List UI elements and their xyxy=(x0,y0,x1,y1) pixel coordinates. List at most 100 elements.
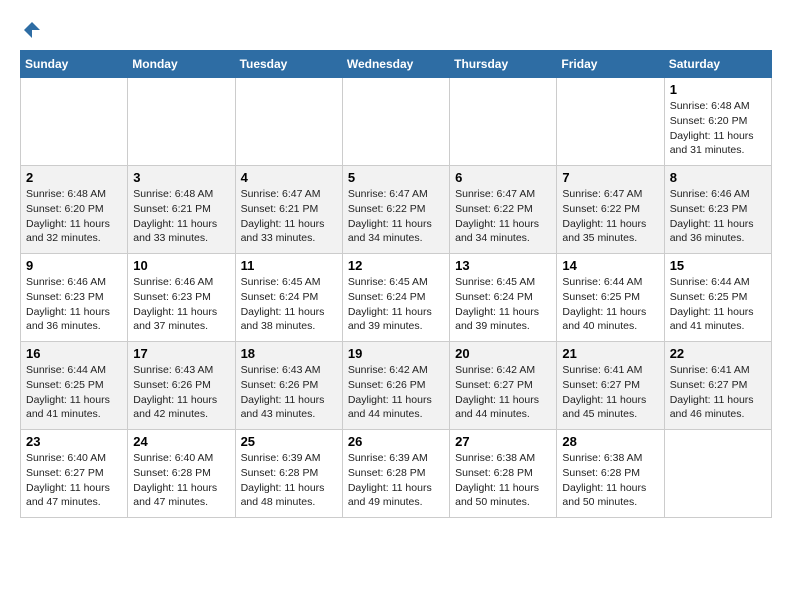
logo-icon xyxy=(22,20,42,40)
calendar-cell: 11Sunrise: 6:45 AM Sunset: 6:24 PM Dayli… xyxy=(235,254,342,342)
cell-info: Sunrise: 6:40 AM Sunset: 6:28 PM Dayligh… xyxy=(133,451,229,510)
cell-info: Sunrise: 6:47 AM Sunset: 6:22 PM Dayligh… xyxy=(455,187,551,246)
calendar-cell: 1 Sunrise: 6:48 AM Sunset: 6:20 PM Daylig… xyxy=(664,78,771,166)
cell-info: Sunrise: 6:46 AM Sunset: 6:23 PM Dayligh… xyxy=(133,275,229,334)
calendar-cell: 27 Sunrise: 6:38 AM Sunset: 6:28 PM Dayli… xyxy=(450,430,557,518)
calendar-cell: 19 Sunrise: 6:42 AM Sunset: 6:26 PM Dayli… xyxy=(342,342,449,430)
column-header-friday: Friday xyxy=(557,51,664,78)
cell-info: Sunrise: 6:39 AM Sunset: 6:28 PM Dayligh… xyxy=(241,451,337,510)
calendar-cell xyxy=(128,78,235,166)
day-number: 8 xyxy=(670,170,766,185)
week-row-4: 16Sunrise: 6:44 AM Sunset: 6:25 PM Dayli… xyxy=(21,342,772,430)
day-number: 12 xyxy=(348,258,444,273)
day-number: 1 xyxy=(670,82,766,97)
cell-info: Sunrise: 6:44 AM Sunset: 6:25 PM Dayligh… xyxy=(562,275,658,334)
cell-info: Sunrise: 6:46 AM Sunset: 6:23 PM Dayligh… xyxy=(670,187,766,246)
week-row-2: 2 Sunrise: 6:48 AM Sunset: 6:20 PM Daylig… xyxy=(21,166,772,254)
cell-info: Sunrise: 6:38 AM Sunset: 6:28 PM Dayligh… xyxy=(562,451,658,510)
calendar-cell xyxy=(342,78,449,166)
day-number: 2 xyxy=(26,170,122,185)
cell-info: Sunrise: 6:47 AM Sunset: 6:21 PM Dayligh… xyxy=(241,187,337,246)
calendar-cell: 14 Sunrise: 6:44 AM Sunset: 6:25 PM Dayli… xyxy=(557,254,664,342)
day-number: 6 xyxy=(455,170,551,185)
day-number: 3 xyxy=(133,170,229,185)
calendar-cell: 21Sunrise: 6:41 AM Sunset: 6:27 PM Dayli… xyxy=(557,342,664,430)
day-number: 24 xyxy=(133,434,229,449)
cell-info: Sunrise: 6:44 AM Sunset: 6:25 PM Dayligh… xyxy=(26,363,122,422)
cell-info: Sunrise: 6:44 AM Sunset: 6:25 PM Dayligh… xyxy=(670,275,766,334)
calendar-table: SundayMondayTuesdayWednesdayThursdayFrid… xyxy=(20,50,772,518)
day-number: 20 xyxy=(455,346,551,361)
day-number: 10 xyxy=(133,258,229,273)
calendar-header-row: SundayMondayTuesdayWednesdayThursdayFrid… xyxy=(21,51,772,78)
calendar-cell: 25 Sunrise: 6:39 AM Sunset: 6:28 PM Dayli… xyxy=(235,430,342,518)
cell-info: Sunrise: 6:42 AM Sunset: 6:27 PM Dayligh… xyxy=(455,363,551,422)
calendar-cell xyxy=(557,78,664,166)
calendar-cell: 12 Sunrise: 6:45 AM Sunset: 6:24 PM Dayli… xyxy=(342,254,449,342)
cell-info: Sunrise: 6:43 AM Sunset: 6:26 PM Dayligh… xyxy=(133,363,229,422)
calendar-cell: 18 Sunrise: 6:43 AM Sunset: 6:26 PM Dayli… xyxy=(235,342,342,430)
calendar-cell: 24 Sunrise: 6:40 AM Sunset: 6:28 PM Dayli… xyxy=(128,430,235,518)
calendar-cell: 5 Sunrise: 6:47 AM Sunset: 6:22 PM Daylig… xyxy=(342,166,449,254)
column-header-thursday: Thursday xyxy=(450,51,557,78)
calendar-cell: 2 Sunrise: 6:48 AM Sunset: 6:20 PM Daylig… xyxy=(21,166,128,254)
column-header-monday: Monday xyxy=(128,51,235,78)
day-number: 17 xyxy=(133,346,229,361)
day-number: 14 xyxy=(562,258,658,273)
cell-info: Sunrise: 6:38 AM Sunset: 6:28 PM Dayligh… xyxy=(455,451,551,510)
calendar-cell: 17 Sunrise: 6:43 AM Sunset: 6:26 PM Dayli… xyxy=(128,342,235,430)
day-number: 19 xyxy=(348,346,444,361)
calendar-cell: 23 Sunrise: 6:40 AM Sunset: 6:27 PM Dayli… xyxy=(21,430,128,518)
day-number: 25 xyxy=(241,434,337,449)
calendar-body: 1 Sunrise: 6:48 AM Sunset: 6:20 PM Daylig… xyxy=(21,78,772,518)
calendar-cell: 6 Sunrise: 6:47 AM Sunset: 6:22 PM Daylig… xyxy=(450,166,557,254)
calendar-cell: 22 Sunrise: 6:41 AM Sunset: 6:27 PM Dayli… xyxy=(664,342,771,430)
calendar-cell: 10 Sunrise: 6:46 AM Sunset: 6:23 PM Dayli… xyxy=(128,254,235,342)
cell-info: Sunrise: 6:48 AM Sunset: 6:20 PM Dayligh… xyxy=(670,99,766,158)
calendar-cell: 4 Sunrise: 6:47 AM Sunset: 6:21 PM Daylig… xyxy=(235,166,342,254)
week-row-3: 9 Sunrise: 6:46 AM Sunset: 6:23 PM Daylig… xyxy=(21,254,772,342)
calendar-cell: 8 Sunrise: 6:46 AM Sunset: 6:23 PM Daylig… xyxy=(664,166,771,254)
day-number: 22 xyxy=(670,346,766,361)
day-number: 23 xyxy=(26,434,122,449)
calendar-cell: 7 Sunrise: 6:47 AM Sunset: 6:22 PM Daylig… xyxy=(557,166,664,254)
day-number: 9 xyxy=(26,258,122,273)
cell-info: Sunrise: 6:48 AM Sunset: 6:21 PM Dayligh… xyxy=(133,187,229,246)
page-header xyxy=(20,20,772,40)
calendar-cell: 26Sunrise: 6:39 AM Sunset: 6:28 PM Dayli… xyxy=(342,430,449,518)
column-header-sunday: Sunday xyxy=(21,51,128,78)
column-header-tuesday: Tuesday xyxy=(235,51,342,78)
day-number: 5 xyxy=(348,170,444,185)
calendar-cell: 16Sunrise: 6:44 AM Sunset: 6:25 PM Dayli… xyxy=(21,342,128,430)
day-number: 13 xyxy=(455,258,551,273)
cell-info: Sunrise: 6:48 AM Sunset: 6:20 PM Dayligh… xyxy=(26,187,122,246)
cell-info: Sunrise: 6:45 AM Sunset: 6:24 PM Dayligh… xyxy=(241,275,337,334)
calendar-cell xyxy=(235,78,342,166)
cell-info: Sunrise: 6:41 AM Sunset: 6:27 PM Dayligh… xyxy=(670,363,766,422)
day-number: 4 xyxy=(241,170,337,185)
cell-info: Sunrise: 6:41 AM Sunset: 6:27 PM Dayligh… xyxy=(562,363,658,422)
calendar-cell xyxy=(21,78,128,166)
day-number: 15 xyxy=(670,258,766,273)
day-number: 18 xyxy=(241,346,337,361)
calendar-cell xyxy=(450,78,557,166)
day-number: 7 xyxy=(562,170,658,185)
cell-info: Sunrise: 6:45 AM Sunset: 6:24 PM Dayligh… xyxy=(455,275,551,334)
cell-info: Sunrise: 6:40 AM Sunset: 6:27 PM Dayligh… xyxy=(26,451,122,510)
logo xyxy=(20,20,42,40)
day-number: 27 xyxy=(455,434,551,449)
cell-info: Sunrise: 6:45 AM Sunset: 6:24 PM Dayligh… xyxy=(348,275,444,334)
week-row-1: 1 Sunrise: 6:48 AM Sunset: 6:20 PM Daylig… xyxy=(21,78,772,166)
day-number: 28 xyxy=(562,434,658,449)
column-header-wednesday: Wednesday xyxy=(342,51,449,78)
cell-info: Sunrise: 6:47 AM Sunset: 6:22 PM Dayligh… xyxy=(562,187,658,246)
calendar-cell: 3 Sunrise: 6:48 AM Sunset: 6:21 PM Daylig… xyxy=(128,166,235,254)
cell-info: Sunrise: 6:47 AM Sunset: 6:22 PM Dayligh… xyxy=(348,187,444,246)
day-number: 26 xyxy=(348,434,444,449)
calendar-cell xyxy=(664,430,771,518)
cell-info: Sunrise: 6:42 AM Sunset: 6:26 PM Dayligh… xyxy=(348,363,444,422)
calendar-cell: 28 Sunrise: 6:38 AM Sunset: 6:28 PM Dayli… xyxy=(557,430,664,518)
cell-info: Sunrise: 6:43 AM Sunset: 6:26 PM Dayligh… xyxy=(241,363,337,422)
calendar-cell: 9Sunrise: 6:46 AM Sunset: 6:23 PM Daylig… xyxy=(21,254,128,342)
calendar-cell: 13 Sunrise: 6:45 AM Sunset: 6:24 PM Dayli… xyxy=(450,254,557,342)
